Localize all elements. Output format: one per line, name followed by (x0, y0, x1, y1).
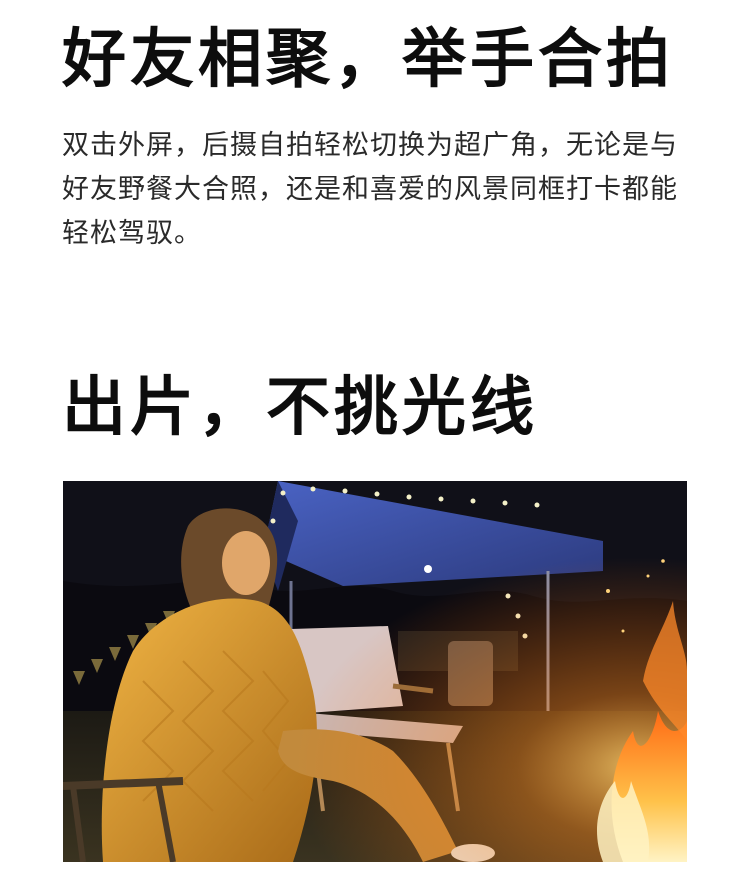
section-description-friends-selfie: 双击外屏，后摄自拍轻松切换为超广角，无论是与好友野餐大合照，还是和喜爱的风景同框… (62, 130, 678, 249)
campfire-scene-illustration (63, 481, 687, 862)
section-title-friends-selfie: 好友相聚，举手合拍 (62, 23, 674, 97)
campfire-night-photo (63, 481, 687, 862)
section-title-low-light: 出片，不挑光线 (62, 371, 538, 445)
